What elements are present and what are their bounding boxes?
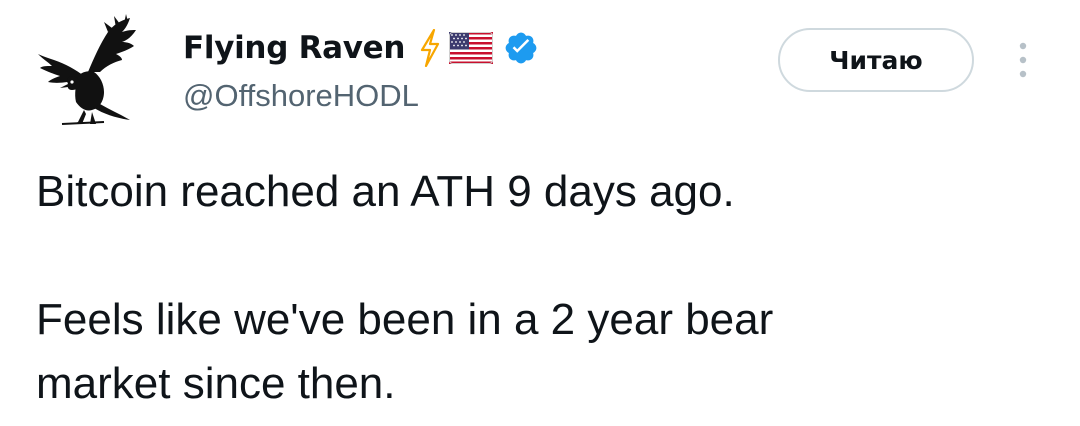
following-button[interactable]: Читаю: [778, 28, 974, 92]
avatar[interactable]: [34, 14, 142, 126]
tweet-text: Bitcoin reached an ATH 9 days ago. Feels…: [36, 160, 1046, 416]
us-flag-icon: [449, 32, 494, 64]
lightning-icon: [419, 29, 441, 67]
verified-icon[interactable]: [503, 30, 539, 66]
tweet-line: Bitcoin reached an ATH 9 days ago.: [36, 167, 735, 216]
more-vertical-icon: [1019, 42, 1027, 78]
raven-avatar-icon: [38, 14, 136, 125]
display-name[interactable]: Flying Raven: [183, 30, 405, 66]
tweet-line: Feels like we've been in a 2 year bear: [36, 295, 774, 344]
more-options-button[interactable]: [1008, 38, 1038, 84]
tweet-line: market since then.: [36, 359, 396, 408]
author-handle[interactable]: @OffshoreHODL: [183, 78, 419, 114]
display-name-row[interactable]: Flying Raven: [183, 24, 539, 72]
